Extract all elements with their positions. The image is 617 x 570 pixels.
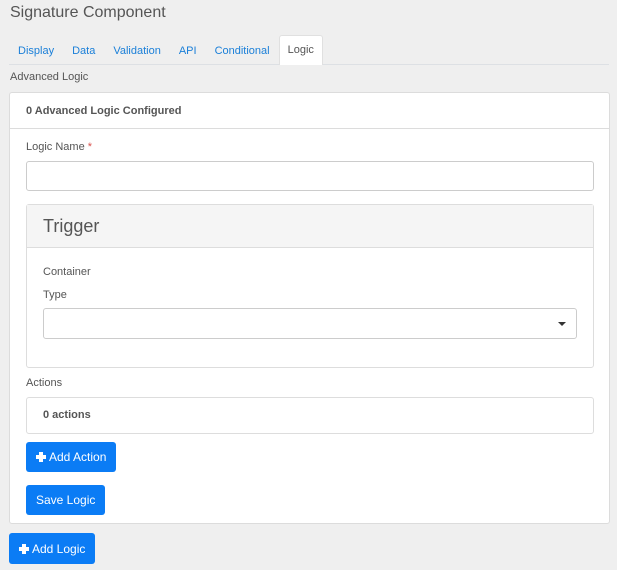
logic-name-input[interactable] (26, 161, 594, 191)
required-marker: * (87, 141, 93, 153)
tab-api[interactable]: API (170, 36, 206, 64)
type-select[interactable] (43, 308, 577, 339)
type-label: Type (43, 289, 67, 301)
save-logic-label: Save Logic (36, 493, 96, 507)
tab-validation[interactable]: Validation (104, 36, 170, 64)
tab-bar: Display Data Validation API Conditional … (9, 35, 609, 65)
tab-conditional[interactable]: Conditional (206, 36, 279, 64)
trigger-title: Trigger (27, 205, 593, 248)
container-label: Container (43, 266, 91, 278)
logic-card-header: 0 Advanced Logic Configured (10, 93, 609, 129)
plus-icon (36, 452, 46, 462)
section-label: Advanced Logic (10, 71, 89, 83)
add-action-button[interactable]: Add Action (26, 442, 117, 472)
add-action-label: Add Action (49, 450, 107, 464)
trigger-panel: Trigger Container Type (26, 204, 594, 368)
logic-name-label-text: Logic Name (26, 141, 85, 153)
page-title: Signature Component (10, 4, 166, 21)
tab-display[interactable]: Display (9, 36, 63, 64)
add-logic-button[interactable]: Add Logic (9, 533, 96, 564)
caret-down-icon (558, 322, 566, 326)
tab-data[interactable]: Data (63, 36, 104, 64)
tab-logic[interactable]: Logic (278, 35, 323, 65)
plus-icon (19, 543, 29, 554)
save-logic-button[interactable]: Save Logic (26, 485, 106, 515)
add-logic-label: Add Logic (32, 541, 86, 556)
actions-label: Actions (26, 377, 63, 389)
logic-card: 0 Advanced Logic Configured Logic Name *… (9, 92, 610, 524)
logic-name-label: Logic Name * (26, 141, 92, 153)
actions-summary: 0 actions (26, 397, 594, 434)
